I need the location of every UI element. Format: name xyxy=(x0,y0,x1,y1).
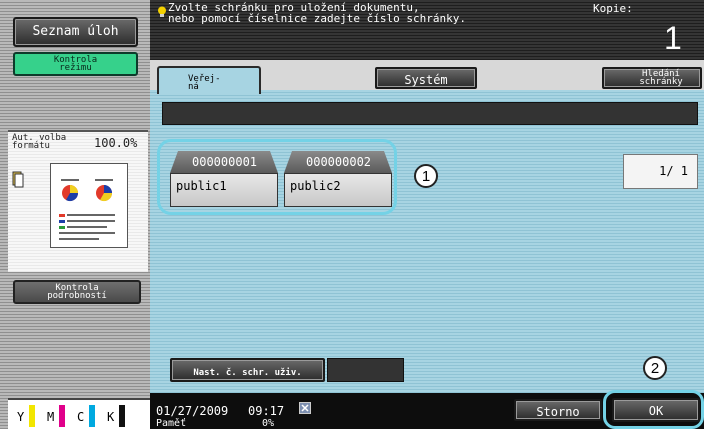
memory-label: Paměť xyxy=(156,418,187,429)
ok-label: OK xyxy=(648,404,664,418)
network-icon xyxy=(299,399,311,418)
cancel-button[interactable]: Storno xyxy=(514,399,602,421)
tab-public-label: Veřej- ná xyxy=(188,74,221,92)
tab-public[interactable]: Veřej- ná xyxy=(157,66,261,94)
tab-system-label: Systém xyxy=(404,73,448,87)
toner-k-label: K xyxy=(107,410,115,424)
callout-1: 1 xyxy=(414,164,438,188)
toner-c-bar xyxy=(89,405,95,427)
search-box-label: Hledání schránky xyxy=(639,69,683,87)
tab-system[interactable]: Systém xyxy=(375,67,477,89)
toner-k-bar xyxy=(119,405,125,427)
toner-c-label: C xyxy=(77,410,85,424)
instruction-message: Zvolte schránku pro uložení dokumentu, n… xyxy=(168,1,467,25)
callout-1-number: 1 xyxy=(421,168,431,185)
cancel-label: Storno xyxy=(536,405,580,419)
toner-m-label: M xyxy=(47,410,55,424)
zoom-value: 100.0% xyxy=(94,136,138,150)
box-name: public1 xyxy=(176,179,227,193)
lightbulb-icon xyxy=(157,3,167,22)
check-details-button[interactable]: Kontrola podrobností xyxy=(13,280,141,304)
check-details-label: Kontrola podrobností xyxy=(47,283,107,301)
user-box-number-label: Nast. č. schr. uživ. xyxy=(193,368,302,378)
search-box-button[interactable]: Hledání schránky xyxy=(602,67,702,89)
user-box-number-button[interactable]: Nast. č. schr. uživ. xyxy=(170,358,325,382)
box-name: public2 xyxy=(290,179,341,193)
toner-y-label: Y xyxy=(17,410,25,424)
user-box-number-field[interactable] xyxy=(327,358,404,382)
box-button[interactable]: 000000002 public2 xyxy=(284,151,392,207)
job-list-button[interactable]: Seznam úloh xyxy=(13,17,138,47)
box-number-display xyxy=(162,102,698,125)
footer-date: 01/27/2009 xyxy=(156,404,229,418)
check-mode-label: Kontrola režimu xyxy=(53,55,98,73)
copies-value: 1 xyxy=(664,20,682,56)
callout-2: 2 xyxy=(643,356,667,380)
copy-mode-icon xyxy=(12,170,24,192)
box-number: 000000001 xyxy=(192,155,258,169)
ok-button[interactable]: OK xyxy=(612,398,700,422)
copies-label: Kopie: xyxy=(593,2,633,15)
document-preview-icon xyxy=(50,163,128,248)
auto-format-label: Aut. volba formátu xyxy=(12,133,67,151)
callout-2-number: 2 xyxy=(650,360,660,377)
toner-m-bar xyxy=(59,405,65,427)
memory-value: 0% xyxy=(262,418,275,429)
job-list-label: Seznam úloh xyxy=(32,24,119,39)
page-indicator-text: 1/ 1 xyxy=(659,164,688,178)
main-panel xyxy=(150,90,704,393)
box-number: 000000002 xyxy=(306,155,372,169)
check-mode-button[interactable]: Kontrola režimu xyxy=(13,52,138,76)
toner-status: Y M C K xyxy=(8,398,150,429)
footer-time: 09:17 xyxy=(248,404,285,418)
toner-y-bar xyxy=(29,405,35,427)
page-indicator: 1/ 1 xyxy=(623,154,698,189)
box-button[interactable]: 000000001 public1 xyxy=(170,151,278,207)
